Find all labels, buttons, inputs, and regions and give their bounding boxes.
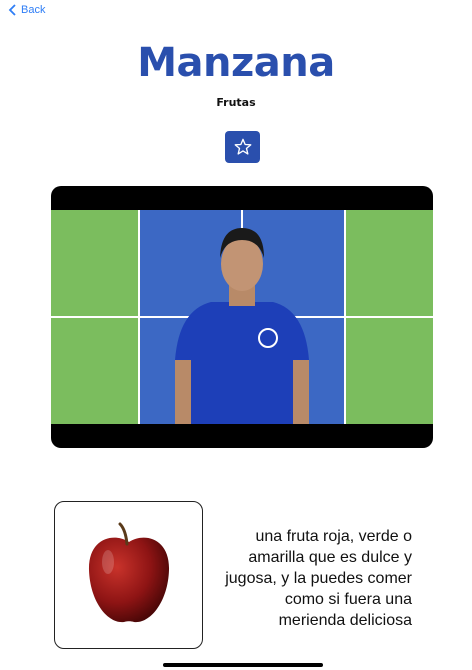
word-definition: una fruta roja, verde o amarilla que es …: [225, 528, 412, 629]
word-title: Manzana: [137, 40, 335, 86]
sign-video-player[interactable]: [51, 186, 433, 448]
chevron-left-icon: [8, 4, 16, 16]
star-icon: [234, 138, 251, 155]
favorite-button[interactable]: [225, 131, 260, 163]
back-label: Back: [21, 4, 46, 16]
apple-image-card: [54, 501, 203, 649]
video-frame: [51, 210, 433, 424]
category-label: Frutas: [216, 96, 256, 109]
apple-image: [88, 522, 169, 623]
back-button[interactable]: Back: [8, 4, 45, 16]
home-indicator[interactable]: [163, 663, 323, 667]
